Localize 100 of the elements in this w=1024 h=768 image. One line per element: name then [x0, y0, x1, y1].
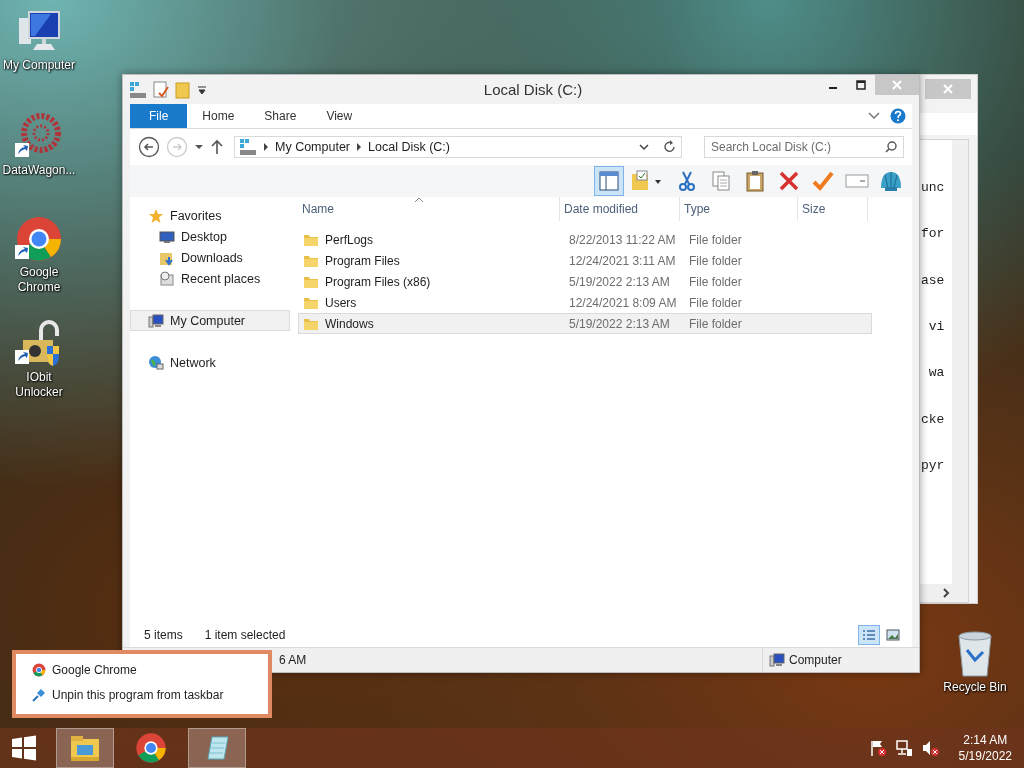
selection-count: 1 item selected	[204, 628, 286, 642]
copy-icon	[710, 170, 732, 192]
type-cell-text: File folder	[688, 316, 743, 331]
date-cell-text: 5/19/2022 2:13 AM	[568, 316, 671, 331]
properties-icon[interactable]	[153, 80, 169, 99]
scroll-right-icon[interactable]	[942, 588, 950, 598]
location-text: Computer	[789, 653, 842, 667]
file-menu-button[interactable]: File	[130, 104, 188, 128]
breadcrumb[interactable]: Local Disk (C:)	[368, 140, 450, 154]
file-row[interactable]: PerfLogs 8/22/2013 11:22 AM File folder	[298, 229, 872, 250]
help-icon[interactable]	[890, 108, 906, 124]
close-icon	[892, 80, 902, 90]
code-line: pyr	[921, 457, 946, 474]
file-name: Windows	[325, 316, 374, 331]
maximize-icon	[856, 80, 866, 90]
dropdown-icon[interactable]	[639, 143, 649, 151]
windows-logo-icon	[11, 735, 37, 761]
up-arrow-icon[interactable]	[210, 139, 224, 155]
clipboard-icon	[744, 170, 766, 192]
nav-item[interactable]: Downloads	[130, 247, 290, 268]
ribbon-tab[interactable]: View	[311, 104, 368, 128]
taskbar-app[interactable]	[56, 728, 114, 768]
taskbar-app[interactable]	[188, 728, 246, 768]
date-cell-text: 12/24/2021 3:11 AM	[568, 253, 677, 268]
jump-list-item[interactable]: Unpin this program from taskbar	[22, 685, 262, 705]
recent-locations-icon[interactable]	[194, 144, 204, 150]
icon-label[interactable]: Recycle Bin	[938, 680, 1012, 695]
breadcrumb[interactable]: My Computer	[275, 140, 351, 154]
search-field[interactable]: Search Local Disk (C:)	[704, 136, 904, 158]
chrome-icon	[135, 732, 167, 764]
details-view-button[interactable]	[858, 625, 880, 645]
toolbar-button[interactable]	[594, 166, 624, 196]
nav-item[interactable]: Network	[130, 352, 290, 373]
recent-places-icon	[159, 270, 175, 287]
nav-item[interactable]: Favorites	[130, 205, 290, 226]
drive-icon	[239, 138, 257, 156]
star-icon	[148, 207, 164, 224]
sort-ascending-icon	[415, 197, 423, 202]
close-icon	[943, 84, 953, 94]
checkmark-icon	[812, 170, 834, 192]
back-button[interactable]	[138, 136, 160, 158]
icon-label[interactable]: IObit Unlocker	[2, 370, 76, 400]
preview-pane-icon	[598, 170, 620, 192]
column-header[interactable]: Date modified	[560, 197, 680, 221]
nav-item[interactable]: Desktop	[130, 226, 290, 247]
column-header[interactable]: Name	[298, 197, 560, 221]
code-line: vi	[927, 319, 946, 335]
shell-icon	[879, 170, 903, 192]
scrollbar[interactable]	[952, 140, 968, 584]
type-cell-text: File folder	[688, 232, 743, 247]
chrome-icon[interactable]	[15, 215, 63, 263]
dropdown-icon[interactable]	[197, 84, 207, 95]
chevron-icon[interactable]	[356, 143, 363, 151]
code-line: unc	[921, 180, 946, 196]
monitor-icon	[159, 228, 175, 245]
address-bar[interactable]: My Computer Local Disk (C:)	[234, 136, 682, 158]
network-icon	[148, 354, 164, 371]
nav-item[interactable]: Recent places	[130, 268, 290, 289]
clock-time[interactable]: 2:14 AM	[963, 732, 1008, 748]
muted-speaker-icon[interactable]	[920, 739, 939, 757]
file-name: PerfLogs	[325, 232, 374, 247]
file-row[interactable]: Windows 5/19/2022 2:13 AM File folder	[298, 313, 872, 334]
code-line: for	[921, 226, 946, 243]
item-count: 5 items	[144, 628, 183, 642]
pin-icon	[32, 688, 46, 702]
icon-label[interactable]: DataWagon...	[2, 163, 76, 178]
chrome-icon	[32, 663, 46, 677]
ribbon-tab[interactable]: Home	[187, 104, 250, 128]
delete-icon	[778, 170, 800, 192]
file-name: Users	[325, 295, 357, 310]
minimize-icon	[828, 87, 838, 89]
computer-icon	[769, 652, 785, 668]
code-line: ase	[921, 272, 946, 289]
file-row[interactable]: Users 12/24/2021 8:09 AM File folder	[298, 292, 872, 313]
clock-date[interactable]: 5/19/2022	[958, 748, 1012, 764]
refresh-icon[interactable]	[663, 140, 677, 154]
file-row[interactable]: Program Files 12/24/2021 3:11 AM File folder	[298, 250, 872, 271]
type-cell-text: File folder	[688, 295, 743, 310]
jump-list-item[interactable]: Google Chrome	[22, 660, 262, 680]
date-cell-text: 8/22/2013 11:22 AM	[568, 232, 677, 247]
column-header[interactable]: Type	[680, 197, 798, 221]
file-explorer-icon	[69, 733, 101, 763]
drive-icon[interactable]	[129, 80, 147, 99]
column-header[interactable]: Size	[798, 197, 868, 221]
search-icon[interactable]	[885, 141, 897, 153]
scissors-icon	[676, 170, 698, 192]
image-icon	[886, 629, 900, 641]
network-icon[interactable]	[894, 739, 913, 757]
file-name: Program Files (x86)	[325, 274, 431, 289]
file-row[interactable]: Program Files (x86) 5/19/2022 2:13 AM File folder	[298, 271, 872, 292]
flag-icon[interactable]	[868, 739, 887, 757]
expand-ribbon-icon[interactable]	[868, 112, 880, 120]
chevron-icon[interactable]	[263, 143, 269, 151]
date-cell-text: 12/24/2021 8:09 AM	[568, 295, 678, 310]
computer-icon	[148, 312, 164, 329]
recycle-bin-icon[interactable]	[955, 630, 995, 678]
icon-label[interactable]: Google Chrome	[2, 265, 76, 295]
code-line: wa	[927, 365, 946, 382]
ribbon-tab[interactable]: Share	[249, 104, 312, 128]
nav-item[interactable]: My Computer	[130, 310, 290, 331]
